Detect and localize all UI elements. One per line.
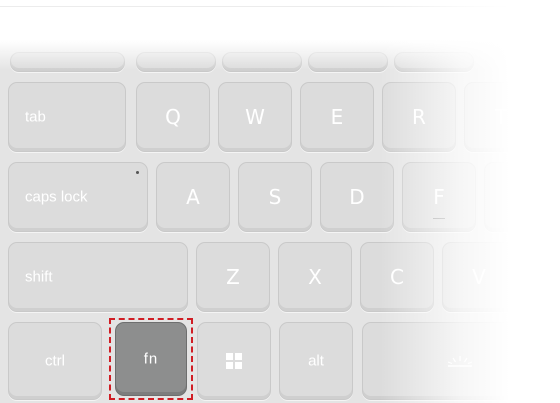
a-key: A xyxy=(156,162,230,232)
key-top-row-partial-4 xyxy=(308,52,388,72)
w-key-label: W xyxy=(245,105,265,129)
caps-lock-key: caps lock xyxy=(8,162,148,232)
q-key: Q xyxy=(136,82,210,152)
shift-key-label: shift xyxy=(25,268,53,286)
c-key: C xyxy=(360,242,434,312)
v-key: V xyxy=(442,242,516,312)
fn-key-label: fn xyxy=(143,350,159,368)
r-key-label: R xyxy=(412,105,426,129)
ctrl-key: ctrl xyxy=(8,322,102,400)
s-key: S xyxy=(238,162,312,232)
key-top-row-partial-2 xyxy=(136,52,216,72)
top-divider xyxy=(0,6,560,7)
d-key: D xyxy=(320,162,394,232)
windows-logo-icon xyxy=(226,353,242,369)
e-key: E xyxy=(300,82,374,152)
windows-key xyxy=(197,322,271,400)
f-key: F xyxy=(402,162,476,232)
s-key-label: S xyxy=(268,185,282,209)
d-key-label: D xyxy=(349,185,365,209)
t-key: T xyxy=(464,82,538,152)
tab-key: tab xyxy=(8,82,126,152)
ctrl-key-label: ctrl xyxy=(45,352,65,370)
fn-key: fn xyxy=(115,322,187,396)
shift-key: shift xyxy=(8,242,188,312)
g-key-partial xyxy=(484,162,558,232)
tab-key-label: tab xyxy=(25,108,46,126)
key-top-row-partial-1 xyxy=(10,52,125,72)
f-key-homing-bar xyxy=(433,218,445,219)
f-key-label: F xyxy=(433,185,445,209)
caps-lock-key-label: caps lock xyxy=(25,188,88,206)
a-key-label: A xyxy=(186,185,200,209)
alt-key-label: alt xyxy=(308,352,324,370)
keyboard-backlight-icon xyxy=(447,356,473,367)
x-key: X xyxy=(278,242,352,312)
c-key-label: C xyxy=(390,265,404,289)
z-key: Z xyxy=(196,242,270,312)
backlight-key xyxy=(362,322,558,400)
x-key-label: X xyxy=(308,265,322,289)
alt-key: alt xyxy=(279,322,353,400)
t-key-label: T xyxy=(494,105,508,129)
r-key: R xyxy=(382,82,456,152)
keyboard-illustration: tab Q W E R T caps lock A S D F shift Z … xyxy=(0,0,560,403)
z-key-label: Z xyxy=(226,265,240,289)
key-top-row-partial-3 xyxy=(222,52,302,72)
q-key-label: Q xyxy=(165,105,181,129)
w-key: W xyxy=(218,82,292,152)
e-key-label: E xyxy=(330,105,344,129)
key-top-row-partial-5 xyxy=(394,52,474,72)
caps-lock-indicator-icon xyxy=(136,171,139,174)
v-key-label: V xyxy=(472,265,486,289)
